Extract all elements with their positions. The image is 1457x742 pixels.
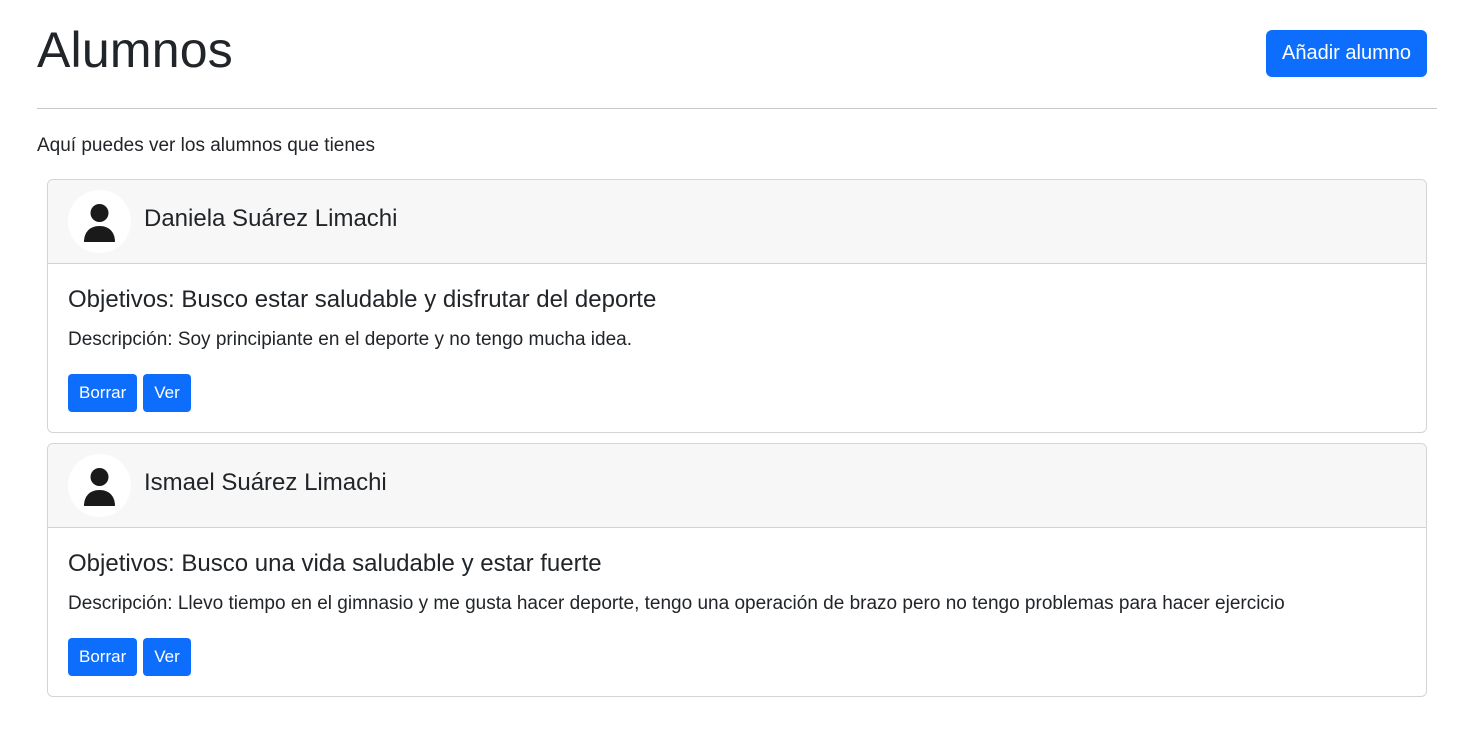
student-objectives: Objetivos: Busco estar saludable y disfr… [68, 286, 657, 313]
page-subtitle: Aquí puedes ver los alumnos que tienes [37, 135, 375, 156]
person-icon [84, 468, 115, 506]
student-description: Descripción: Llevo tiempo en el gimnasio… [68, 593, 1285, 614]
delete-button[interactable]: Borrar [68, 374, 138, 412]
view-button[interactable]: Ver [143, 374, 191, 412]
student-card: Ismael Suárez Limachi Objetivos: Busco u… [47, 443, 1427, 697]
person-icon [84, 204, 115, 242]
avatar [68, 190, 131, 253]
student-card-header: Ismael Suárez Limachi [48, 444, 1426, 528]
student-actions: Borrar Ver [68, 638, 191, 676]
student-card-body: Objetivos: Busco una vida saludable y es… [48, 528, 1426, 696]
student-actions: Borrar Ver [68, 374, 191, 412]
student-name: Daniela Suárez Limachi [144, 205, 398, 232]
page-header: Alumnos Añadir alumno [37, 0, 1437, 109]
student-description: Descripción: Soy principiante en el depo… [68, 329, 633, 350]
avatar [68, 454, 131, 517]
page-title: Alumnos [37, 22, 233, 78]
student-card-header: Daniela Suárez Limachi [48, 180, 1426, 264]
add-student-button[interactable]: Añadir alumno [1266, 30, 1427, 77]
view-button[interactable]: Ver [143, 638, 191, 676]
student-card: Daniela Suárez Limachi Objetivos: Busco … [47, 179, 1427, 433]
student-objectives: Objetivos: Busco una vida saludable y es… [68, 550, 602, 577]
student-name: Ismael Suárez Limachi [144, 469, 387, 496]
delete-button[interactable]: Borrar [68, 638, 138, 676]
student-card-body: Objetivos: Busco estar saludable y disfr… [48, 264, 1426, 432]
students-page: Alumnos Añadir alumno Aquí puedes ver lo… [0, 0, 1457, 742]
